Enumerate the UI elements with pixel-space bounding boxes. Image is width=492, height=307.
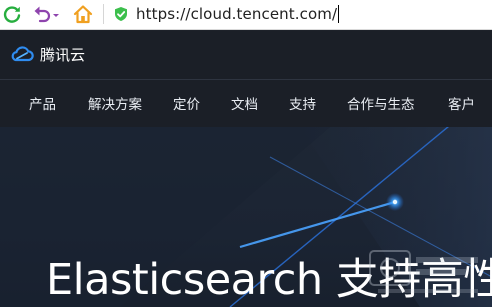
home-icon[interactable]	[72, 3, 94, 25]
refresh-icon[interactable]	[1, 3, 23, 25]
nav-item-support[interactable]: 支持	[289, 93, 316, 113]
hero-banner[interactable]: Elasticsearch 支持高性	[0, 127, 492, 307]
chevron-down-icon[interactable]	[51, 3, 61, 25]
browser-toolbar: https://cloud.tencent.com/	[0, 0, 492, 30]
shield-check-icon	[113, 6, 129, 22]
site-header: 腾讯云 产品 解决方案 定价 文档 支持 合作与生态 客户	[0, 31, 492, 127]
address-separator	[103, 4, 104, 24]
nav-item-solutions[interactable]: 解决方案	[88, 93, 142, 113]
main-nav: 产品 解决方案 定价 文档 支持 合作与生态 客户	[0, 80, 492, 126]
nav-item-partners[interactable]: 合作与生态	[347, 93, 415, 113]
logo-text: 腾讯云	[40, 45, 86, 64]
watermark-logo	[368, 247, 486, 297]
site-logo[interactable]: 腾讯云	[8, 43, 85, 65]
nav-item-docs[interactable]: 文档	[231, 93, 258, 113]
nav-item-customers[interactable]: 客户	[448, 93, 475, 113]
url-text[interactable]: https://cloud.tencent.com/	[136, 5, 337, 23]
nav-item-pricing[interactable]: 定价	[173, 93, 200, 113]
address-bar[interactable]: https://cloud.tencent.com/	[110, 2, 492, 26]
cloud-logo-icon	[8, 43, 36, 65]
nav-item-products[interactable]: 产品	[29, 93, 56, 113]
text-cursor	[338, 5, 340, 23]
